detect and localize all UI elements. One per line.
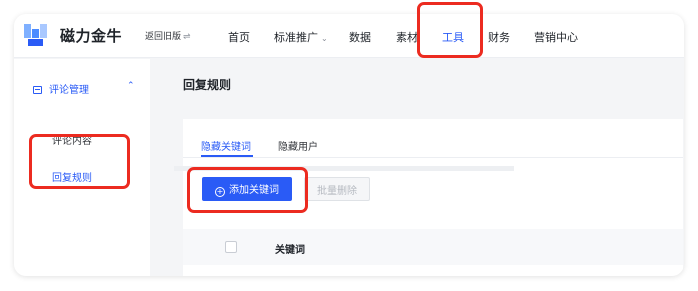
column-header-keyword: 关键词 — [275, 245, 305, 256]
back-to-old-version-link[interactable]: 返回旧版 ⇌ — [145, 29, 191, 42]
chevron-up-icon[interactable]: ⌃ — [127, 81, 135, 91]
table-header: 关键词 — [183, 229, 683, 265]
tab-divider — [183, 157, 683, 158]
highlight-box-tools — [417, 2, 483, 58]
nav-data[interactable]: 数据 — [349, 29, 371, 45]
comment-icon — [33, 86, 42, 94]
nav-home[interactable]: 首页 — [228, 29, 250, 45]
brand-logo-icon — [24, 24, 54, 48]
brand-name: 磁力金牛 — [60, 27, 123, 45]
swap-icon: ⇌ — [183, 32, 191, 42]
nav-standard-promotion-label: 标准推广 — [274, 31, 318, 44]
nav-standard-promotion[interactable]: 标准推广 ⌄ — [274, 29, 328, 45]
sidebar-group-comment-management[interactable]: 评论管理 — [33, 81, 89, 96]
chevron-down-icon: ⌄ — [321, 34, 328, 43]
tab-hidden-keywords[interactable]: 隐藏关键词 — [201, 138, 251, 153]
select-all-checkbox[interactable] — [225, 241, 237, 253]
nav-finance[interactable]: 财务 — [488, 29, 510, 45]
back-to-old-label: 返回旧版 — [145, 32, 182, 42]
tab-hidden-users[interactable]: 隐藏用户 — [278, 138, 318, 153]
highlight-box-add-keyword — [187, 167, 308, 213]
nav-materials[interactable]: 素材 — [396, 29, 418, 45]
page-title: 回复规则 — [183, 78, 232, 92]
batch-delete-button[interactable]: 批量删除 — [304, 177, 370, 201]
sidebar-group-label: 评论管理 — [49, 85, 89, 96]
highlight-box-reply-rules — [29, 134, 130, 189]
nav-marketing-center[interactable]: 营销中心 — [534, 29, 578, 45]
top-navigation: 磁力金牛 返回旧版 ⇌ 首页 标准推广 ⌄ 数据 素材 工具 财务 营销中心 — [14, 14, 684, 58]
